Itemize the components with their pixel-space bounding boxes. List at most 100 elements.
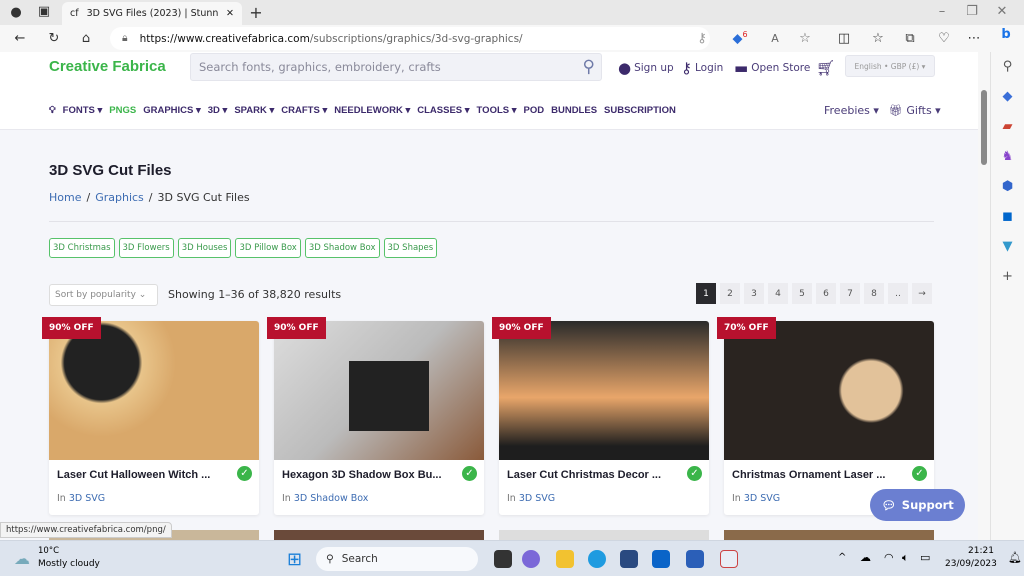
volume-muted-icon[interactable]: 🔈︎ <box>902 551 909 565</box>
favorite-star-icon[interactable]: ☆ <box>795 31 815 46</box>
product-image[interactable] <box>499 321 709 460</box>
refresh-icon[interactable]: ↻ <box>44 31 64 46</box>
product-card-partial[interactable] <box>274 530 484 540</box>
home-icon[interactable]: ⌂ <box>76 31 96 46</box>
nav-classes[interactable]: CLASSES ▾ <box>417 105 469 116</box>
key-icon[interactable]: ⚷ <box>692 31 712 46</box>
chip-3d-houses[interactable]: 3D Houses <box>177 238 232 258</box>
product-title[interactable]: Hexagon 3D Shadow Box Bu... <box>282 469 452 481</box>
wifi-icon[interactable]: ◠ <box>884 551 894 564</box>
close-window-icon[interactable]: ✕ <box>992 4 1012 19</box>
battery-icon[interactable]: ▭ <box>920 551 930 564</box>
browser-tab[interactable]: cf 3D SVG Files (2023) | Stunning Pr ✕ <box>62 2 242 25</box>
product-title[interactable]: Laser Cut Christmas Decor ... <box>507 469 677 481</box>
add-icon[interactable]: + <box>991 262 1024 292</box>
restore-icon[interactable]: ❐ <box>962 4 982 19</box>
back-icon[interactable]: ← <box>10 31 30 46</box>
close-tab-icon[interactable]: ✕ <box>226 8 234 19</box>
product-category-link[interactable]: 3D SVG <box>69 493 105 504</box>
snipping-tool-icon[interactable] <box>720 550 738 568</box>
bing-icon[interactable]: b <box>996 27 1016 42</box>
product-card[interactable]: 70% OFF Christmas Ornament Laser ... ✓ I… <box>717 317 934 515</box>
cart-button[interactable]: 🛒︎ <box>816 59 835 77</box>
nav-needlework[interactable]: NEEDLEWORK ▾ <box>334 105 410 116</box>
task-view-icon[interactable] <box>494 550 512 568</box>
file-explorer-icon[interactable] <box>556 550 574 568</box>
chip-3d-shadow-box[interactable]: 3D Shadow Box <box>304 238 380 258</box>
page-7[interactable]: 7 <box>840 283 860 304</box>
nav-pngs[interactable]: PNGS <box>109 105 136 116</box>
product-category-link[interactable]: 3D SVG <box>519 493 555 504</box>
drop-icon[interactable]: ▼ <box>991 232 1024 262</box>
gifts-menu[interactable]: 🎁︎ Gifts ▾ <box>889 104 941 117</box>
search-icon[interactable]: ⚲ <box>583 57 595 77</box>
product-title[interactable]: Laser Cut Halloween Witch ... <box>57 469 227 481</box>
signup-link[interactable]: ● Sign up <box>618 59 674 77</box>
tools-icon[interactable]: ▰ <box>991 112 1024 142</box>
performance-icon[interactable]: ♡ <box>934 31 954 46</box>
product-category-link[interactable]: 3D Shadow Box <box>294 493 369 504</box>
breadcrumb-graphics[interactable]: Graphics <box>95 191 144 204</box>
chip-3d-pillow-box[interactable]: 3D Pillow Box <box>235 238 301 258</box>
split-screen-icon[interactable]: ◫ <box>834 31 854 46</box>
profile-icon[interactable]: ● <box>6 5 26 20</box>
minimize-icon[interactable]: – <box>932 4 952 19</box>
page-5[interactable]: 5 <box>792 283 812 304</box>
onedrive-icon[interactable]: ☁ <box>860 551 871 564</box>
freebies-menu[interactable]: Freebies ▾ <box>824 104 879 117</box>
product-title[interactable]: Christmas Ornament Laser ... <box>732 469 902 481</box>
notification-bell-icon[interactable]: 🔔︎ <box>1008 551 1022 564</box>
taskbar-search[interactable]: ⚲ Search <box>316 547 478 571</box>
page-4[interactable]: 4 <box>768 283 788 304</box>
outlook-icon[interactable] <box>652 550 670 568</box>
word-icon[interactable] <box>686 550 704 568</box>
breadcrumb-home[interactable]: Home <box>49 191 81 204</box>
logo[interactable]: Creative Fabrica <box>49 58 166 75</box>
nav-fonts[interactable]: FONTS ▾ <box>63 105 103 116</box>
nav-subscription[interactable]: SUBSCRIPTION <box>604 105 676 116</box>
store-icon[interactable] <box>620 550 638 568</box>
nav-pod[interactable]: POD <box>524 105 545 116</box>
read-aloud-icon[interactable]: A <box>765 32 785 45</box>
favorites-icon[interactable]: ☆ <box>868 31 888 46</box>
chip-3d-flowers[interactable]: 3D Flowers <box>118 238 174 258</box>
search-icon[interactable]: ⚲ <box>991 52 1024 82</box>
page-8[interactable]: 8 <box>864 283 884 304</box>
support-button[interactable]: 💬︎ Support <box>870 489 965 521</box>
product-category-link[interactable]: 3D SVG <box>744 493 780 504</box>
shopping-tag-icon[interactable]: ◆ <box>991 82 1024 112</box>
language-currency-select[interactable]: English • GBP (£) ▾ <box>845 55 935 77</box>
next-page[interactable]: → <box>912 283 932 304</box>
chip-3d-shapes[interactable]: 3D Shapes <box>383 238 438 258</box>
more-icon[interactable]: ⋯ <box>964 31 984 46</box>
product-image[interactable] <box>724 321 934 460</box>
chip-3d-christmas[interactable]: 3D Christmas <box>49 238 115 258</box>
product-card-partial[interactable] <box>499 530 709 540</box>
page-3[interactable]: 3 <box>744 283 764 304</box>
login-link[interactable]: ⚷ Login <box>681 59 723 77</box>
nav-spark[interactable]: SPARK ▾ <box>234 105 274 116</box>
nav-graphics[interactable]: GRAPHICS ▾ <box>143 105 201 116</box>
edge-icon[interactable] <box>588 550 606 568</box>
scrollbar-thumb[interactable] <box>981 90 987 165</box>
start-icon[interactable]: ⊞ <box>287 549 302 570</box>
nav-bundles[interactable]: BUNDLES <box>551 105 597 116</box>
teams-icon[interactable] <box>522 550 540 568</box>
url-bar[interactable]: 🔒︎ https://www.creativefabrica.com/subsc… <box>110 27 710 50</box>
page-2[interactable]: 2 <box>720 283 740 304</box>
tray-chevron-icon[interactable]: ^ <box>838 552 846 563</box>
page-scrollbar[interactable] <box>978 52 990 540</box>
nav-tools[interactable]: TOOLS ▾ <box>477 105 517 116</box>
extension-icon[interactable]: ◆6 <box>730 30 750 46</box>
nav-crafts[interactable]: CRAFTS ▾ <box>281 105 327 116</box>
page-6[interactable]: 6 <box>816 283 836 304</box>
product-card[interactable]: 90% OFF Laser Cut Halloween Witch ... ✓ … <box>42 317 259 515</box>
page-1[interactable]: 1 <box>696 283 716 304</box>
product-image[interactable] <box>49 321 259 460</box>
office-icon[interactable]: ⬢ <box>991 172 1024 202</box>
product-image[interactable] <box>274 321 484 460</box>
new-tab-icon[interactable]: + <box>246 3 266 22</box>
open-store-link[interactable]: ▬ Open Store <box>734 59 810 77</box>
product-card[interactable]: 90% OFF Hexagon 3D Shadow Box Bu... ✓ In… <box>267 317 484 515</box>
collections-icon[interactable]: ⧉ <box>900 31 920 46</box>
